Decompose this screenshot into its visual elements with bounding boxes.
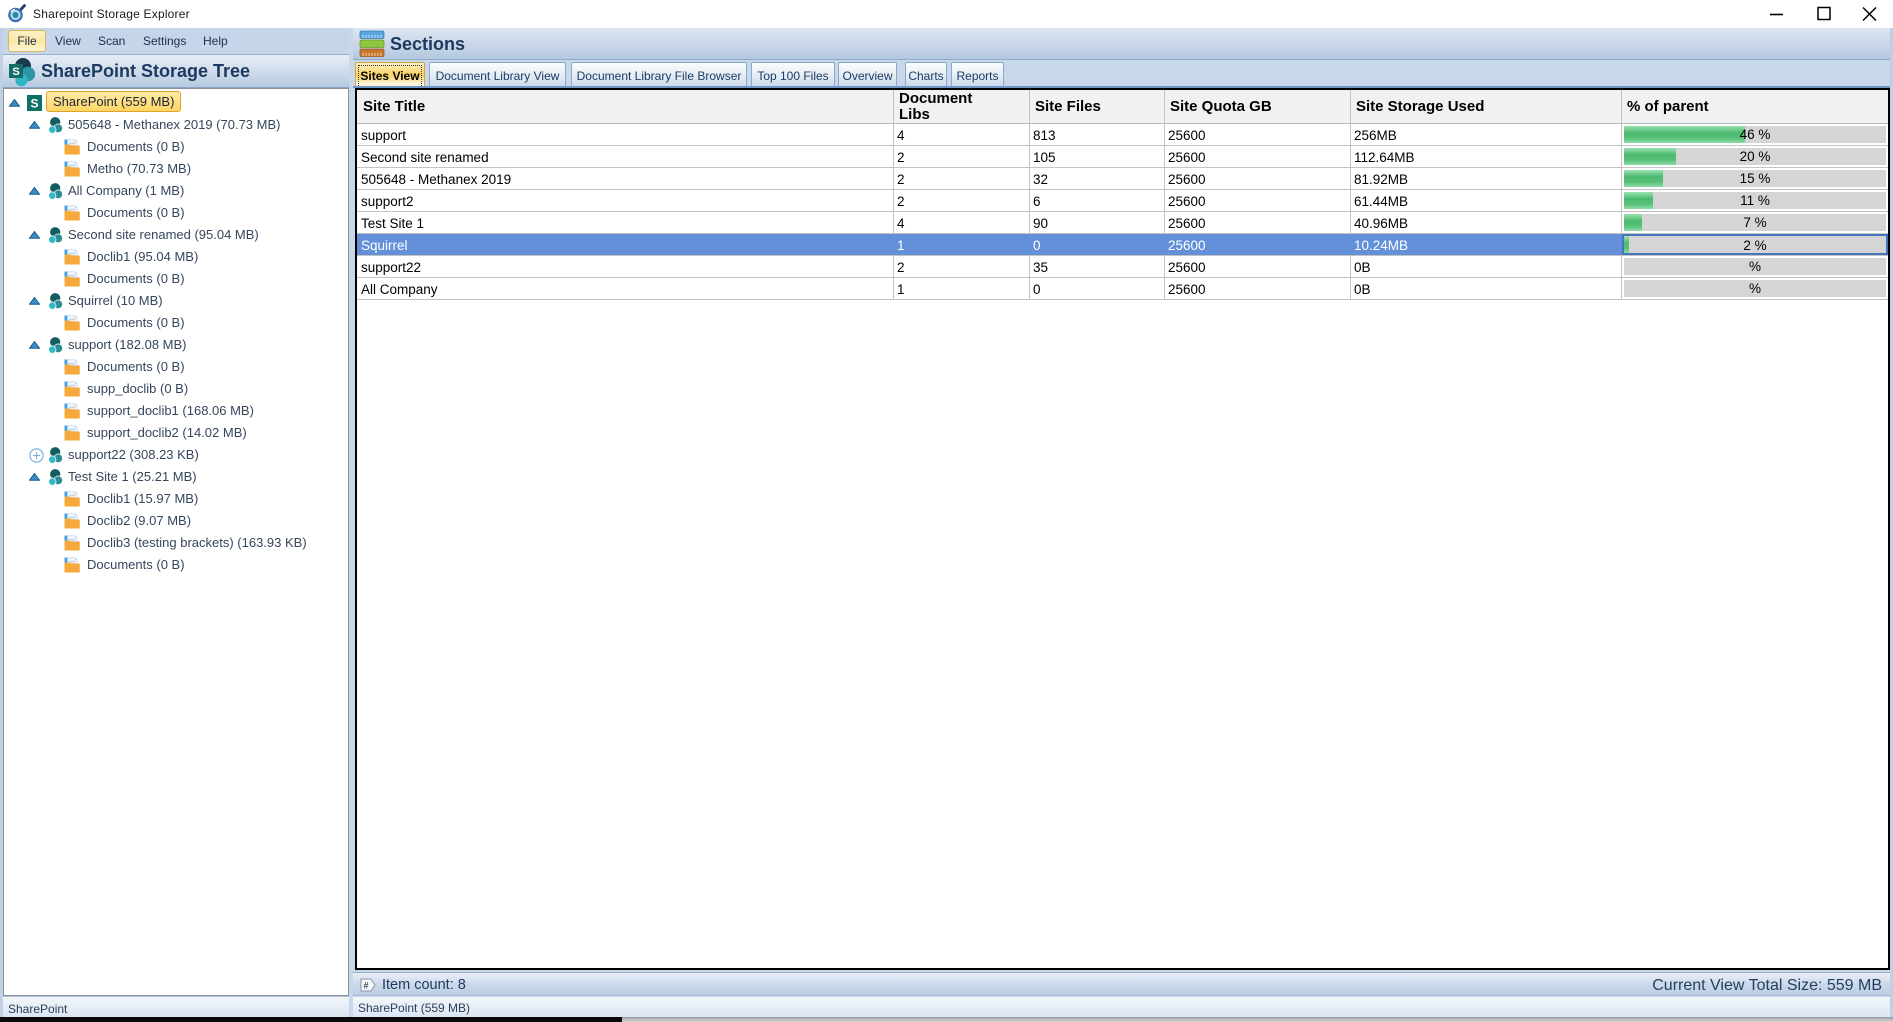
svg-text:S: S [12,66,19,78]
svg-text:S: S [30,97,38,111]
svg-text:#: # [363,981,368,991]
